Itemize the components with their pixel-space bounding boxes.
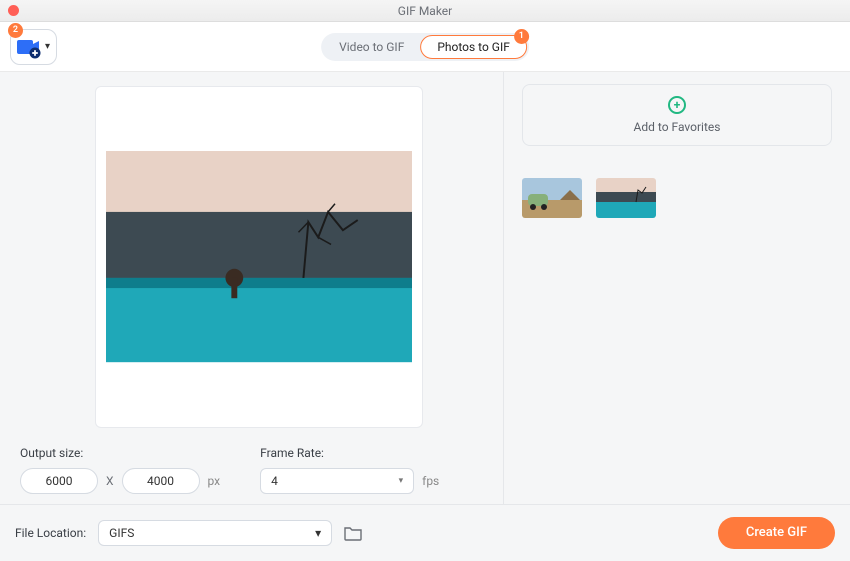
titlebar: GIF Maker (0, 0, 850, 22)
output-size-label: Output size: (20, 446, 220, 460)
frame-rate-group: Frame Rate: 4 ▾ fps (260, 446, 439, 494)
add-favorites-button[interactable]: + Add to Favorites (522, 84, 832, 146)
favorites-label: Add to Favorites (634, 120, 721, 134)
tab-photos-to-gif[interactable]: Photos to GIF 1 (420, 35, 527, 59)
footer: File Location: GIFS ▾ Create GIF (0, 504, 850, 560)
size-separator: X (106, 474, 114, 488)
frame-rate-row: 4 ▾ fps (260, 468, 439, 494)
controls-row: Output size: X px Frame Rate: 4 ▾ fps (20, 446, 483, 494)
output-height-input[interactable] (122, 468, 200, 494)
output-size-row: X px (20, 468, 220, 494)
frame-rate-select[interactable]: 4 ▾ (260, 468, 414, 494)
preview-box (95, 86, 423, 428)
thumbnail[interactable] (522, 178, 582, 218)
add-media-icon (15, 34, 41, 60)
chevron-down-icon: ▾ (315, 526, 321, 540)
thumbnail[interactable] (596, 178, 656, 218)
tab-video-to-gif[interactable]: Video to GIF (323, 35, 420, 59)
left-pane: Output size: X px Frame Rate: 4 ▾ fps (0, 72, 504, 504)
create-gif-label: Create GIF (746, 525, 807, 540)
chevron-down-icon: ▾ (45, 41, 50, 52)
tab-badge: 1 (514, 29, 529, 44)
window-title: GIF Maker (0, 4, 850, 18)
size-unit: px (208, 474, 221, 488)
right-pane: + Add to Favorites (504, 72, 850, 504)
main-area: Output size: X px Frame Rate: 4 ▾ fps (0, 72, 850, 504)
create-gif-button[interactable]: Create GIF (718, 517, 835, 549)
frame-rate-unit: fps (422, 474, 439, 488)
file-location-value: GIFS (109, 526, 134, 540)
plus-icon: + (668, 96, 686, 114)
chevron-down-icon: ▾ (399, 476, 404, 486)
file-location-label: File Location: (15, 526, 86, 540)
frame-rate-label: Frame Rate: (260, 446, 439, 460)
tab-label: Photos to GIF (437, 40, 510, 54)
thumbnail-list (522, 178, 832, 218)
tab-label: Video to GIF (339, 40, 404, 54)
file-location-select[interactable]: GIFS ▾ (98, 520, 332, 546)
preview-image (106, 151, 412, 362)
output-size-group: Output size: X px (20, 446, 220, 494)
frame-rate-value: 4 (271, 474, 278, 488)
mode-tabs: Video to GIF Photos to GIF 1 (321, 33, 529, 61)
output-width-input[interactable] (20, 468, 98, 494)
folder-icon[interactable] (344, 525, 362, 541)
add-media-button[interactable]: 2 ▾ (10, 29, 57, 65)
toolbar: 2 ▾ Video to GIF Photos to GIF 1 (0, 22, 850, 72)
